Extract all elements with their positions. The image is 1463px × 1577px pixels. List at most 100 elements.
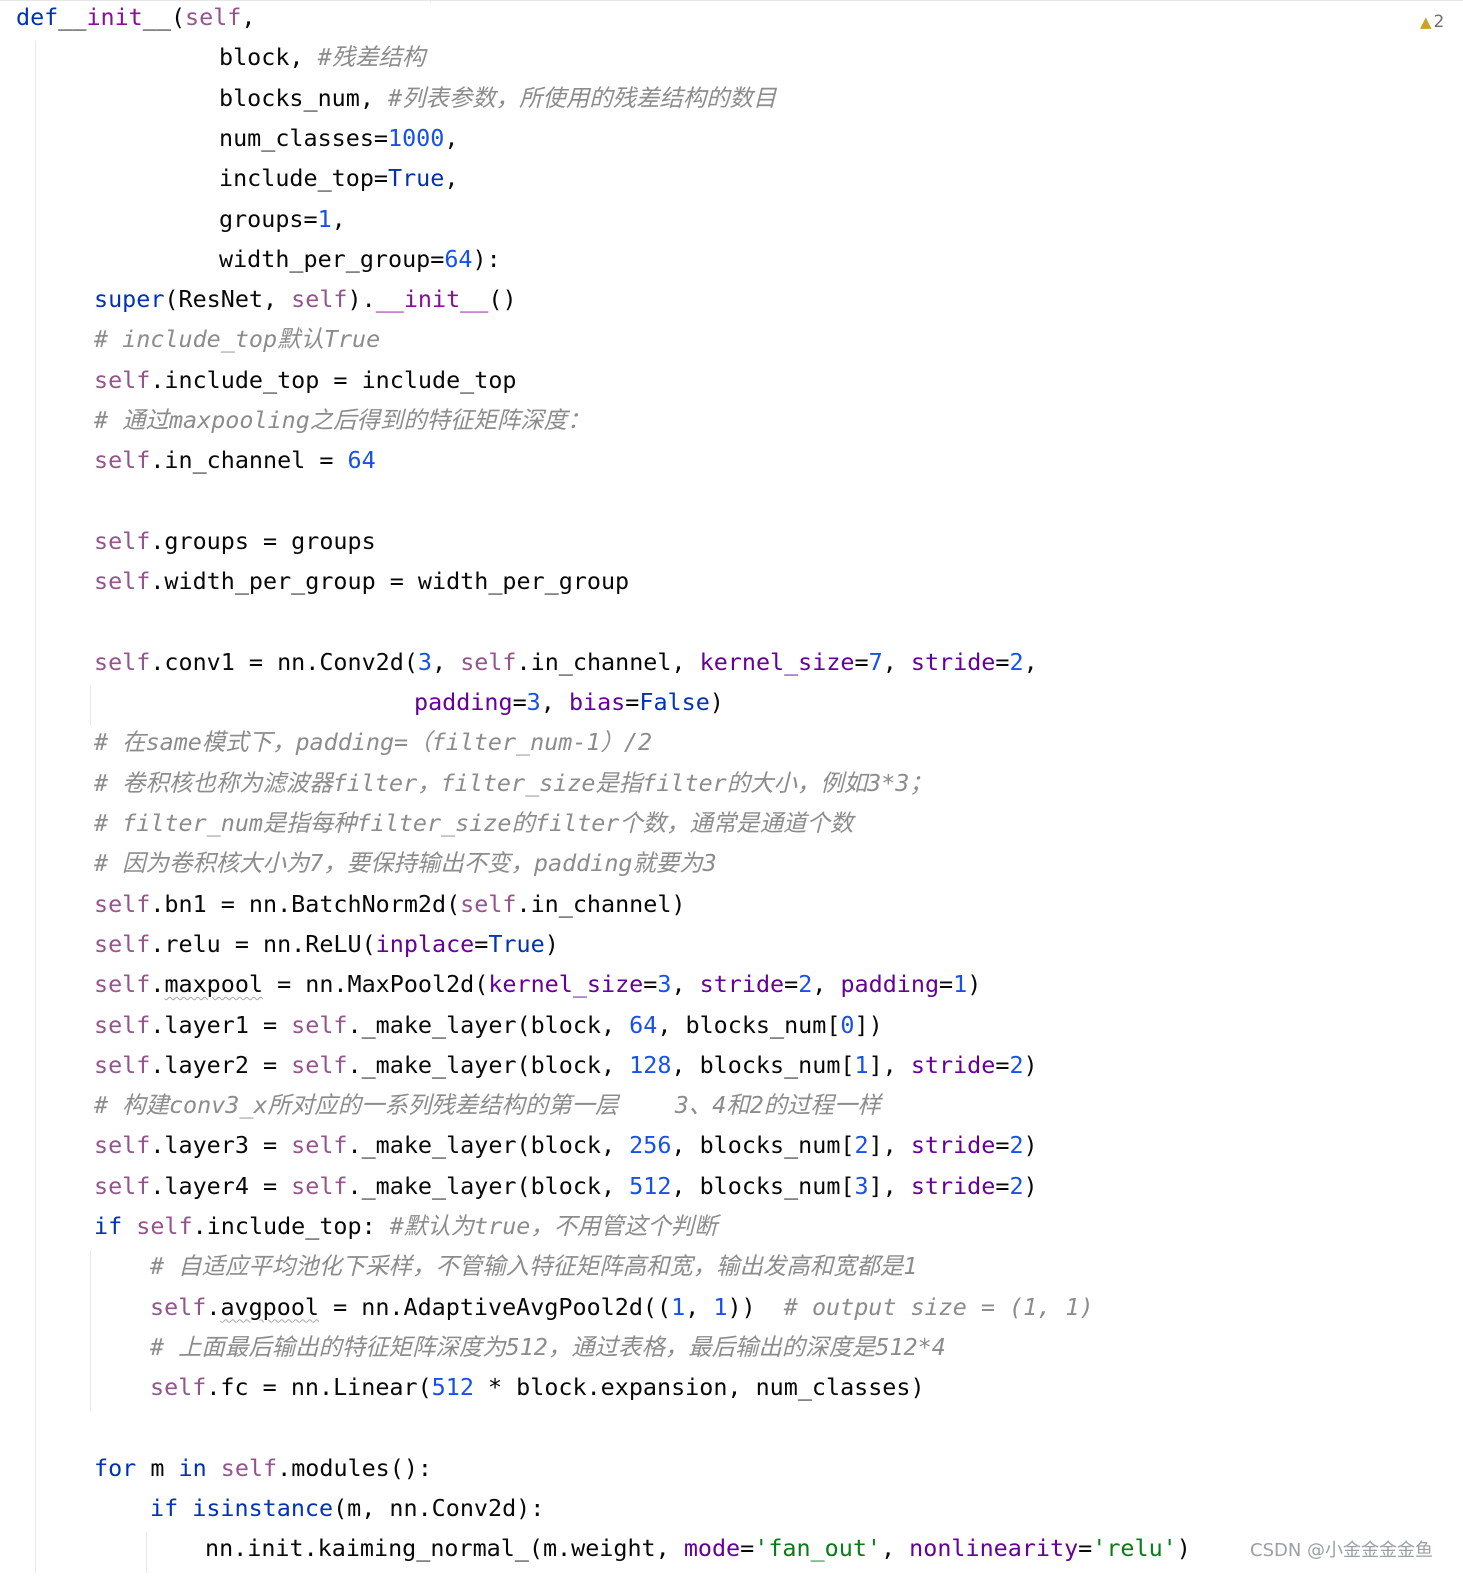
code-token: =: [995, 647, 1010, 676]
code-line[interactable]: self.layer4 = self._make_layer(block, 51…: [94, 1166, 1038, 1206]
code-token: bias: [568, 688, 626, 717]
code-line[interactable]: if self.include_top: #默认为true，不用管这个判断: [94, 1206, 718, 1246]
code-line[interactable]: self.groups = groups: [94, 521, 376, 561]
code-token: _: [58, 3, 73, 31]
inspection-widget[interactable]: ▲ 2: [1420, 12, 1444, 32]
indent-guide: [90, 686, 91, 727]
code-token: .modules():: [277, 1453, 433, 1482]
code-line[interactable]: # 因为卷积核大小为7，要保持输出不变，padding就要为3: [94, 843, 717, 883]
code-token: True: [388, 164, 445, 193]
code-line[interactable]: nn.init.kaiming_normal_(m.weight, mode='…: [205, 1528, 1191, 1568]
code-token: _: [72, 3, 87, 31]
code-token: isinstance: [192, 1494, 334, 1523]
code-line[interactable]: self.conv1 = nn.Conv2d(3, self.in_channe…: [94, 642, 1038, 682]
code-line[interactable]: # filter_num是指每种filter_size的filter个数，通常是…: [94, 803, 853, 843]
code-line[interactable]: self.relu = nn.ReLU(inplace=True): [94, 924, 559, 964]
code-token: .layer1 =: [150, 1010, 292, 1039]
code-token: self: [94, 970, 151, 999]
code-token: ): [1023, 1171, 1038, 1200]
code-token: __init__: [375, 285, 489, 314]
code-line[interactable]: for m in self.modules():: [94, 1448, 432, 1488]
code-token: ._make_layer(block,: [347, 1171, 630, 1200]
code-line[interactable]: self.bn1 = nn.BatchNorm2d(self.in_channe…: [94, 884, 686, 924]
code-token: = nn.MaxPool2d(: [263, 970, 489, 999]
code-token: if: [150, 1494, 179, 1523]
code-token: =: [512, 688, 527, 717]
code-line[interactable]: # 通过maxpooling之后得到的特征矩阵深度：: [94, 400, 590, 440]
code-token: stride: [910, 647, 996, 676]
code-line[interactable]: groups=1,: [219, 199, 346, 239]
code-token: 2: [1009, 647, 1024, 676]
code-token: block,: [219, 43, 304, 72]
code-token: ],: [868, 1171, 911, 1200]
code-token: 64: [629, 1010, 658, 1039]
code-token: ,: [881, 1534, 910, 1563]
code-comment: # output size = (1, 1): [783, 1292, 1094, 1321]
code-line[interactable]: self.maxpool = nn.MaxPool2d(kernel_size=…: [94, 964, 981, 1004]
code-token: num_classes=: [219, 123, 388, 152]
code-token: ._make_layer(block,: [347, 1131, 630, 1160]
code-token: padding: [840, 970, 940, 999]
code-line[interactable]: # include_top默认True: [94, 319, 380, 359]
code-token: self: [291, 1050, 348, 1079]
code-token: in: [178, 1453, 207, 1482]
code-editor[interactable]: def__init__(self, block, #残差结构 blocks_num,…: [0, 0, 1463, 1577]
code-line[interactable]: include_top=True,: [219, 158, 458, 198]
code-token: ):: [472, 244, 501, 273]
code-token: (ResNet,: [164, 285, 292, 314]
code-token: 2: [1009, 1050, 1024, 1079]
code-token: .layer3 =: [150, 1131, 292, 1160]
code-line[interactable]: # 上面最后输出的特征矩阵深度为512，通过表格，最后输出的深度是512*4: [150, 1327, 946, 1367]
code-line[interactable]: # 在same模式下，padding=（filter_num-1）/2: [94, 722, 652, 762]
code-line[interactable]: self.avgpool = nn.AdaptiveAvgPool2d((1, …: [150, 1287, 1094, 1327]
code-comment: # 构建conv3_x所对应的一系列残差结构的第一层 3、4和2的过程一样: [94, 1091, 881, 1120]
code-token: 2: [1009, 1131, 1024, 1160]
code-token: nonlinearity: [909, 1534, 1079, 1563]
code-comment: # 上面最后输出的特征矩阵深度为512，通过表格，最后输出的深度是512*4: [150, 1332, 946, 1361]
code-token: ,: [444, 123, 459, 152]
code-token: .in_channel =: [150, 446, 348, 475]
code-line[interactable]: def__init__(self,: [16, 0, 255, 37]
code-line[interactable]: self.width_per_group = width_per_group: [94, 561, 629, 601]
code-line[interactable]: self.in_channel = 64: [94, 440, 376, 480]
code-token: ,: [882, 647, 911, 676]
code-line[interactable]: # 构建conv3_x所对应的一系列残差结构的第一层 3、4和2的过程一样: [94, 1085, 881, 1125]
code-comment: # include_top默认True: [94, 325, 381, 354]
code-token: include_top=: [219, 164, 388, 193]
code-line[interactable]: block, #残差结构: [219, 37, 425, 77]
code-token: =: [854, 647, 869, 676]
code-line[interactable]: blocks_num, #列表参数，所使用的残差结构的数目: [219, 78, 776, 118]
code-line[interactable]: super(ResNet, self).__init__(): [94, 279, 517, 319]
code-line[interactable]: self.layer1 = self._make_layer(block, 64…: [94, 1005, 883, 1045]
code-token: padding: [414, 688, 513, 717]
code-line[interactable]: # 卷积核也称为滤波器filter，filter_size是指filter的大小…: [94, 763, 933, 803]
code-token: =: [643, 970, 658, 999]
code-token: .bn1 = nn.BatchNorm2d(: [150, 889, 461, 918]
code-line[interactable]: padding=3, bias=False): [414, 682, 724, 722]
code-line[interactable]: self.layer2 = self._make_layer(block, 12…: [94, 1045, 1038, 1085]
code-line[interactable]: self.include_top = include_top: [94, 360, 517, 400]
code-token: self: [94, 526, 151, 555]
code-token: )): [727, 1292, 784, 1321]
code-token: 3: [526, 688, 541, 717]
warning-triangle-icon: ▲: [1420, 13, 1432, 31]
code-token: self: [94, 889, 151, 918]
code-line[interactable]: if isinstance(m, nn.Conv2d):: [150, 1488, 544, 1528]
code-token: init: [86, 3, 143, 31]
code-token: ],: [868, 1131, 911, 1160]
code-token: 256: [629, 1131, 672, 1160]
code-line[interactable]: self.layer3 = self._make_layer(block, 25…: [94, 1125, 1038, 1165]
code-line[interactable]: width_per_group=64):: [219, 239, 501, 279]
code-token: 64: [347, 446, 376, 475]
code-token: stride: [910, 1050, 996, 1079]
code-token: .include_top = include_top: [150, 365, 517, 394]
code-token: groups=: [219, 204, 318, 233]
code-token: self: [460, 647, 517, 676]
code-line[interactable]: self.fc = nn.Linear(512 * block.expansio…: [150, 1367, 925, 1407]
code-token: 1: [953, 970, 968, 999]
code-line[interactable]: num_classes=1000,: [219, 118, 458, 158]
code-token: if: [94, 1212, 123, 1240]
code-line[interactable]: # 自适应平均池化下采样，不管输入特征矩阵高和宽，输出发高和宽都是1: [150, 1246, 917, 1286]
code-token: self: [94, 446, 151, 475]
